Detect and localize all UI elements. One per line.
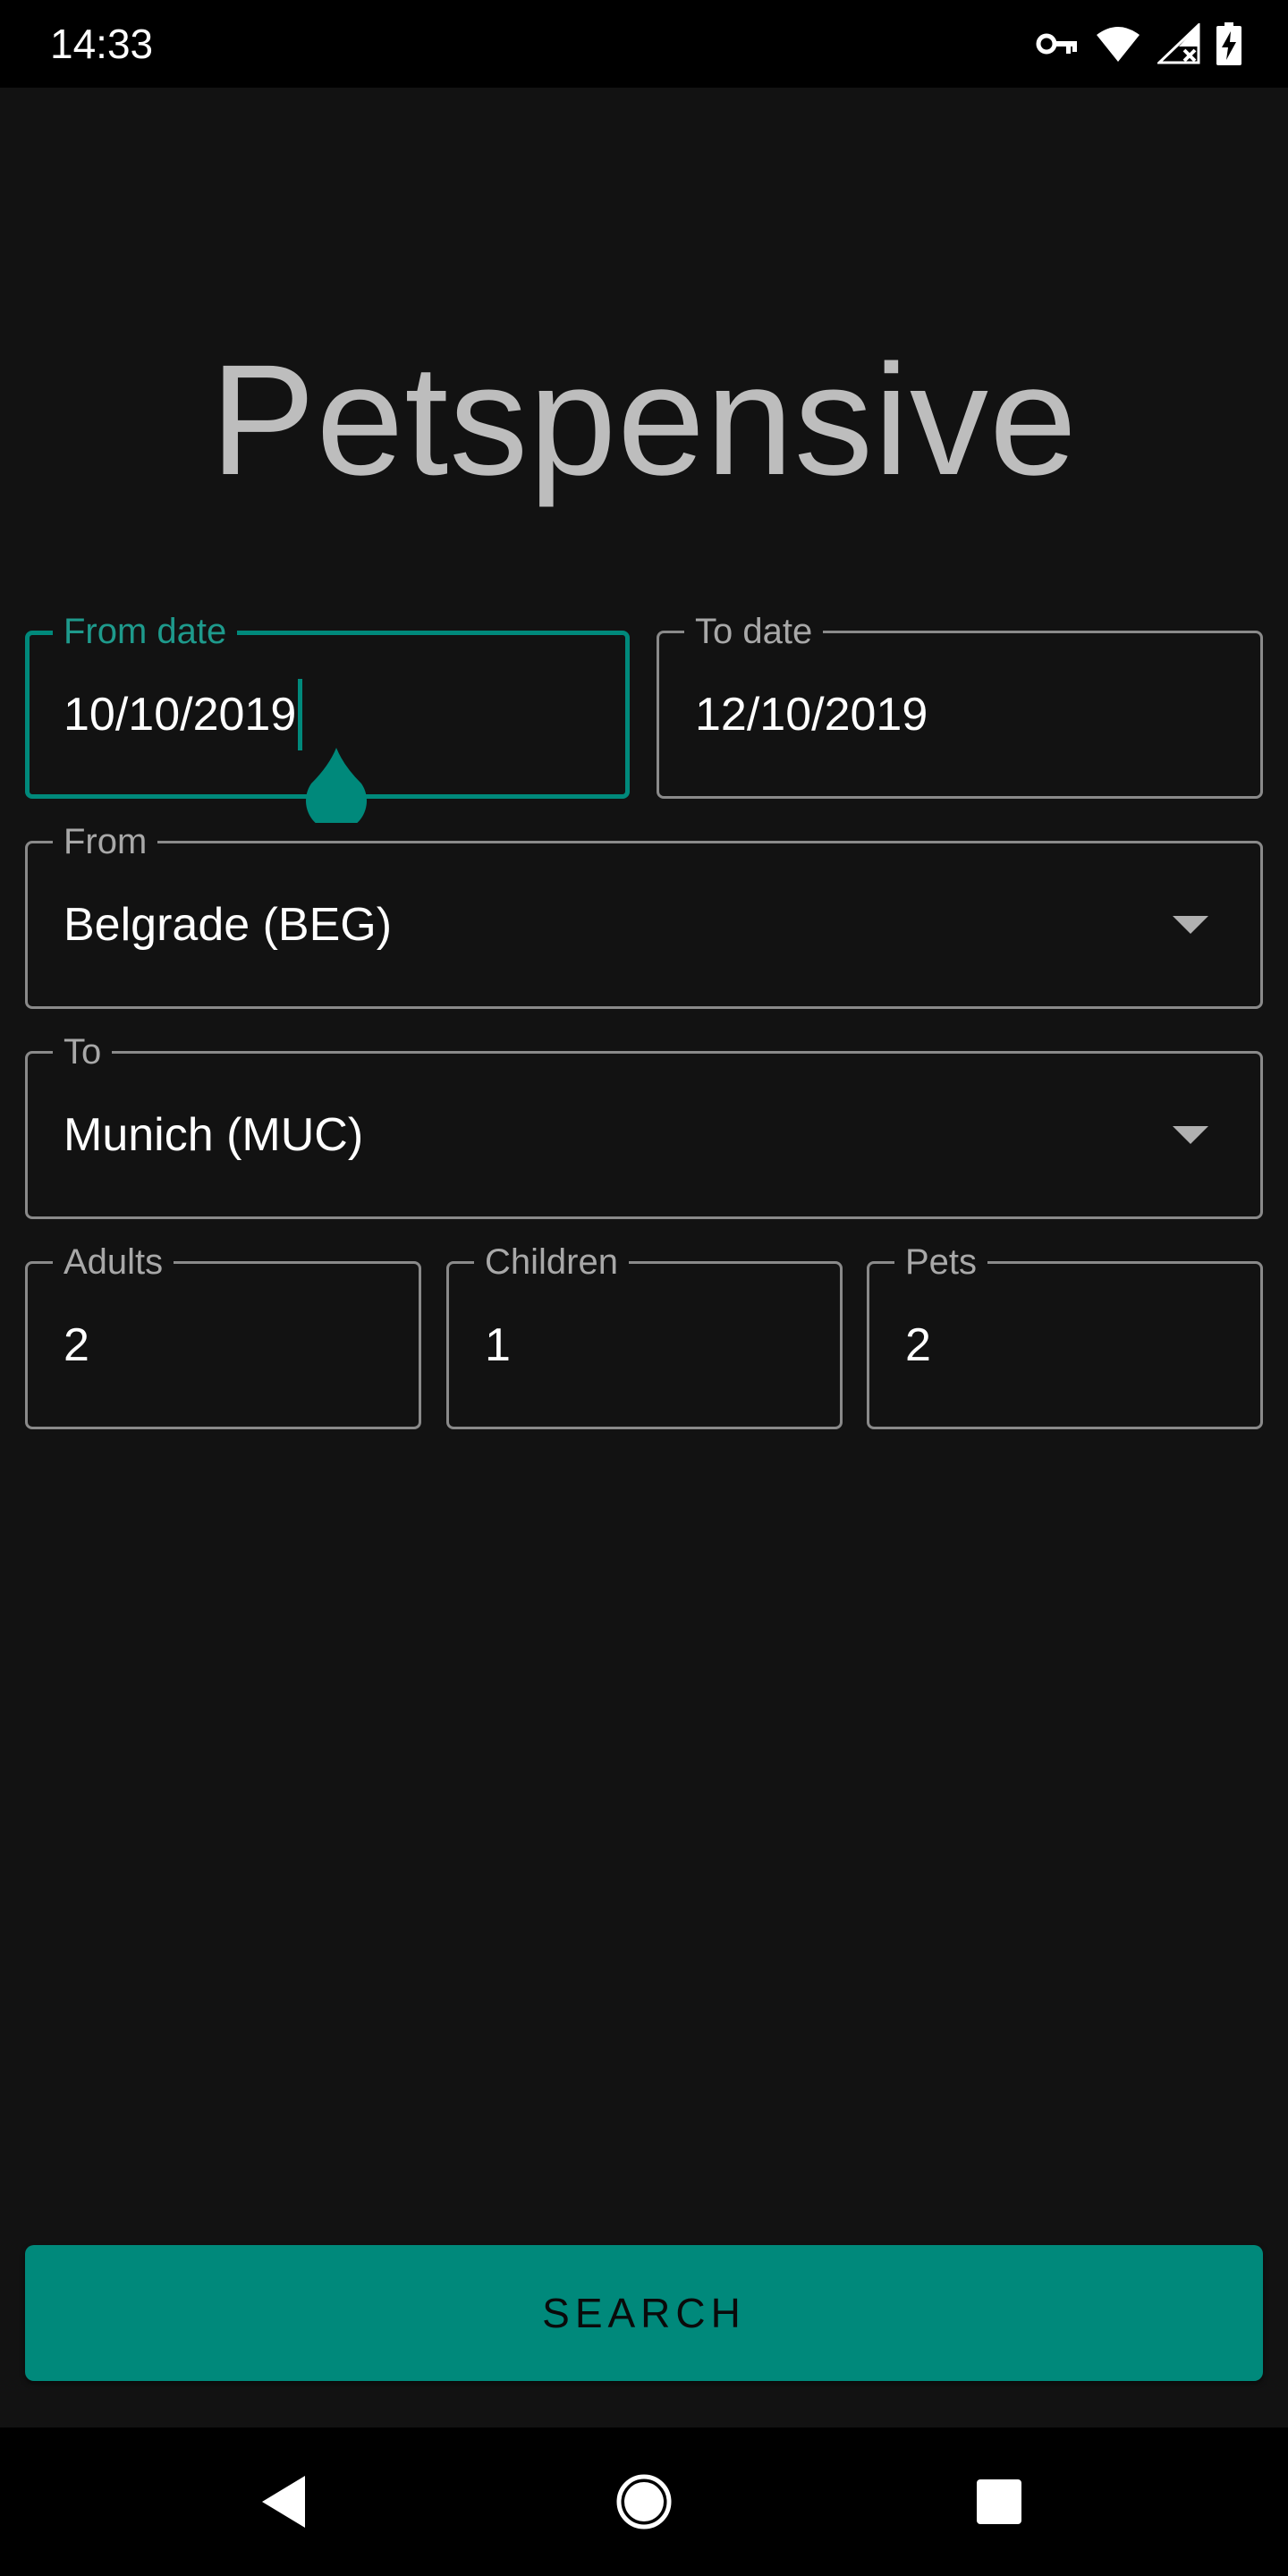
children-value: 1: [485, 1319, 511, 1371]
nav-back-button[interactable]: [212, 2428, 355, 2576]
from-airport-dropdown[interactable]: From Belgrade (BEG): [25, 820, 1263, 1009]
from-airport-value: Belgrade (BEG): [64, 899, 393, 951]
status-bar: 14:33: [0, 0, 1288, 88]
battery-charging-icon: [1216, 22, 1241, 65]
to-date-value: 12/10/2019: [695, 689, 928, 741]
app-screen: 14:33 Petspensive From date 10/10/2019 T…: [0, 0, 1288, 2576]
adults-field[interactable]: Adults 2: [25, 1241, 421, 1429]
cellular-no-signal-icon: [1157, 23, 1200, 64]
dropdown-arrow-icon[interactable]: [1173, 1126, 1208, 1144]
home-icon: [616, 2474, 672, 2529]
search-button[interactable]: SEARCH: [25, 2245, 1263, 2381]
to-airport-value: Munich (MUC): [64, 1109, 364, 1161]
to-airport-dropdown[interactable]: To Munich (MUC): [25, 1030, 1263, 1219]
vpn-key-icon: [1036, 30, 1079, 57]
adults-value: 2: [64, 1319, 89, 1371]
text-cursor: [298, 679, 303, 750]
wifi-icon: [1095, 24, 1141, 64]
status-time: 14:33: [50, 21, 154, 67]
from-date-value-wrapper: 10/10/2019: [64, 635, 303, 794]
navigation-bar: [0, 2428, 1288, 2576]
nav-home-button[interactable]: [572, 2428, 716, 2576]
nav-recents-button[interactable]: [928, 2428, 1071, 2576]
dropdown-arrow-icon[interactable]: [1173, 916, 1208, 934]
from-date-value: 10/10/2019: [64, 689, 297, 741]
status-icons: [1036, 20, 1241, 68]
pets-value: 2: [905, 1319, 931, 1371]
children-field[interactable]: Children 1: [446, 1241, 843, 1429]
to-date-field[interactable]: To date 12/10/2019: [657, 610, 1263, 799]
cursor-handle-icon[interactable]: [304, 748, 369, 823]
app-title: Petspensive: [210, 333, 1078, 508]
back-icon: [262, 2476, 305, 2528]
pets-field[interactable]: Pets 2: [867, 1241, 1263, 1429]
recents-icon: [977, 2479, 1021, 2524]
